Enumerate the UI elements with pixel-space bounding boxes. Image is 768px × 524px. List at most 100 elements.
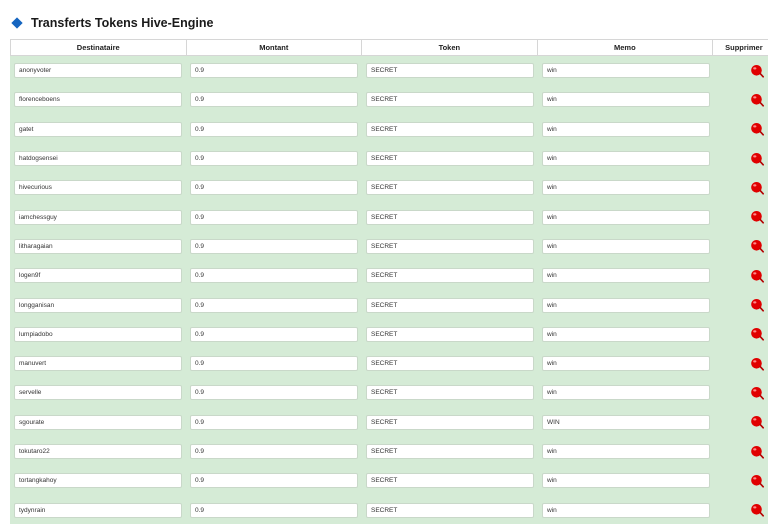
amount-input[interactable]: 0.9 — [190, 121, 358, 137]
amount-input[interactable]: 0.9 — [190, 414, 358, 430]
token-input[interactable]: SECRET — [366, 444, 534, 459]
amount-input[interactable]: 0.9 — [190, 92, 358, 108]
delete-icon[interactable] — [750, 474, 764, 488]
amount-input[interactable]: 0.9 — [190, 151, 358, 167]
amount-input[interactable]: 0.9 — [190, 473, 358, 489]
table-row: logen9f 0.9 SECRET win — [10, 261, 768, 291]
column-header-amount: Montant — [187, 40, 363, 55]
memo-input[interactable]: win — [542, 268, 710, 284]
recipient-input[interactable]: tortangkahoy — [14, 473, 182, 489]
token-input[interactable]: SECRET — [366, 385, 534, 401]
recipient-input[interactable]: hivecurious — [14, 180, 182, 196]
memo-input[interactable]: win — [542, 238, 710, 254]
delete-icon[interactable] — [750, 503, 764, 517]
amount-input[interactable]: 0.9 — [190, 268, 358, 284]
recipient-cell: anonyvoter — [10, 63, 186, 79]
amount-input[interactable]: 0.9 — [190, 444, 358, 459]
table-row: anonyvoter 0.9 SECRET win — [10, 56, 768, 86]
recipient-input[interactable]: tokutaro22 — [14, 444, 182, 459]
token-input[interactable]: SECRET — [366, 63, 534, 79]
token-cell: SECRET — [362, 473, 538, 489]
amount-input[interactable]: 0.9 — [190, 385, 358, 401]
delete-icon[interactable] — [750, 357, 764, 371]
memo-input[interactable]: win — [542, 444, 710, 459]
memo-input[interactable]: win — [542, 326, 710, 342]
amount-input[interactable]: 0.9 — [190, 356, 358, 372]
memo-input[interactable]: win — [542, 180, 710, 196]
amount-input[interactable]: 0.9 — [190, 326, 358, 342]
delete-icon[interactable] — [750, 386, 764, 400]
recipient-input[interactable]: litharagaian — [14, 238, 182, 254]
recipient-input[interactable]: lumpiadobo — [14, 326, 182, 342]
amount-cell: 0.9 — [186, 356, 362, 372]
amount-input[interactable]: 0.9 — [190, 180, 358, 196]
memo-input[interactable]: win — [542, 209, 710, 225]
recipient-input[interactable]: logen9f — [14, 268, 182, 284]
delete-icon[interactable] — [750, 239, 764, 254]
token-input[interactable]: SECRET — [366, 297, 534, 313]
table-row: sgourate 0.9 SECRET WIN — [10, 407, 768, 437]
token-input[interactable]: SECRET — [366, 92, 534, 108]
delete-icon[interactable] — [750, 445, 764, 459]
amount-input[interactable]: 0.9 — [190, 502, 358, 518]
memo-input[interactable]: win — [542, 151, 710, 167]
amount-input[interactable]: 0.9 — [190, 209, 358, 225]
recipient-input[interactable]: longganisan — [14, 297, 182, 313]
recipient-input[interactable]: manuvert — [14, 356, 182, 372]
memo-cell: win — [538, 297, 714, 313]
delete-icon[interactable] — [750, 181, 764, 195]
memo-cell: win — [538, 180, 714, 196]
delete-icon[interactable] — [750, 210, 764, 224]
token-input[interactable]: SECRET — [366, 121, 534, 137]
token-input[interactable]: SECRET — [366, 268, 534, 284]
recipient-cell: servelle — [10, 385, 186, 401]
token-input[interactable]: SECRET — [366, 180, 534, 196]
table-row: tydynrain 0.9 SECRET win — [10, 495, 768, 524]
recipient-input[interactable]: florenceboens — [14, 92, 182, 108]
token-input[interactable]: SECRET — [366, 326, 534, 342]
token-input[interactable]: SECRET — [366, 151, 534, 167]
token-input[interactable]: SECRET — [366, 414, 534, 430]
delete-icon[interactable] — [750, 415, 764, 429]
token-input[interactable]: SECRET — [366, 502, 534, 518]
recipient-input[interactable]: iamchessguy — [14, 209, 182, 225]
token-input[interactable]: SECRET — [366, 209, 534, 225]
token-input[interactable]: SECRET — [366, 238, 534, 254]
memo-input[interactable]: WIN — [542, 414, 710, 430]
delete-icon[interactable] — [750, 152, 764, 166]
token-input[interactable]: SECRET — [366, 473, 534, 489]
amount-input[interactable]: 0.9 — [190, 297, 358, 313]
column-header-recipient: Destinataire — [11, 40, 187, 55]
memo-input[interactable]: win — [542, 121, 710, 137]
memo-input[interactable]: win — [542, 92, 710, 108]
memo-input[interactable]: win — [542, 356, 710, 372]
delete-icon[interactable] — [750, 298, 764, 312]
token-cell: SECRET — [362, 297, 538, 313]
amount-cell: 0.9 — [186, 209, 362, 225]
memo-input[interactable]: win — [542, 63, 710, 79]
delete-icon[interactable] — [750, 122, 764, 136]
recipient-input[interactable]: tydynrain — [14, 502, 182, 518]
recipient-cell: sgourate — [10, 414, 186, 430]
memo-input[interactable]: win — [542, 473, 710, 489]
amount-input[interactable]: 0.9 — [190, 63, 358, 79]
delete-icon[interactable] — [750, 64, 764, 78]
delete-cell — [714, 503, 768, 517]
memo-input[interactable]: win — [542, 502, 710, 518]
token-cell: SECRET — [362, 151, 538, 167]
token-cell: SECRET — [362, 268, 538, 284]
delete-cell — [714, 152, 768, 166]
token-input[interactable]: SECRET — [366, 356, 534, 372]
recipient-input[interactable]: gatet — [14, 121, 182, 137]
memo-input[interactable]: win — [542, 385, 710, 401]
recipient-input[interactable]: anonyvoter — [14, 63, 182, 79]
amount-cell: 0.9 — [186, 385, 362, 401]
amount-input[interactable]: 0.9 — [190, 238, 358, 254]
delete-icon[interactable] — [750, 269, 764, 283]
recipient-input[interactable]: hatdogsensei — [14, 151, 182, 167]
recipient-input[interactable]: sgourate — [14, 414, 182, 430]
delete-icon[interactable] — [750, 327, 764, 341]
recipient-input[interactable]: servelle — [14, 385, 182, 401]
memo-input[interactable]: win — [542, 297, 710, 313]
delete-icon[interactable] — [750, 93, 764, 107]
